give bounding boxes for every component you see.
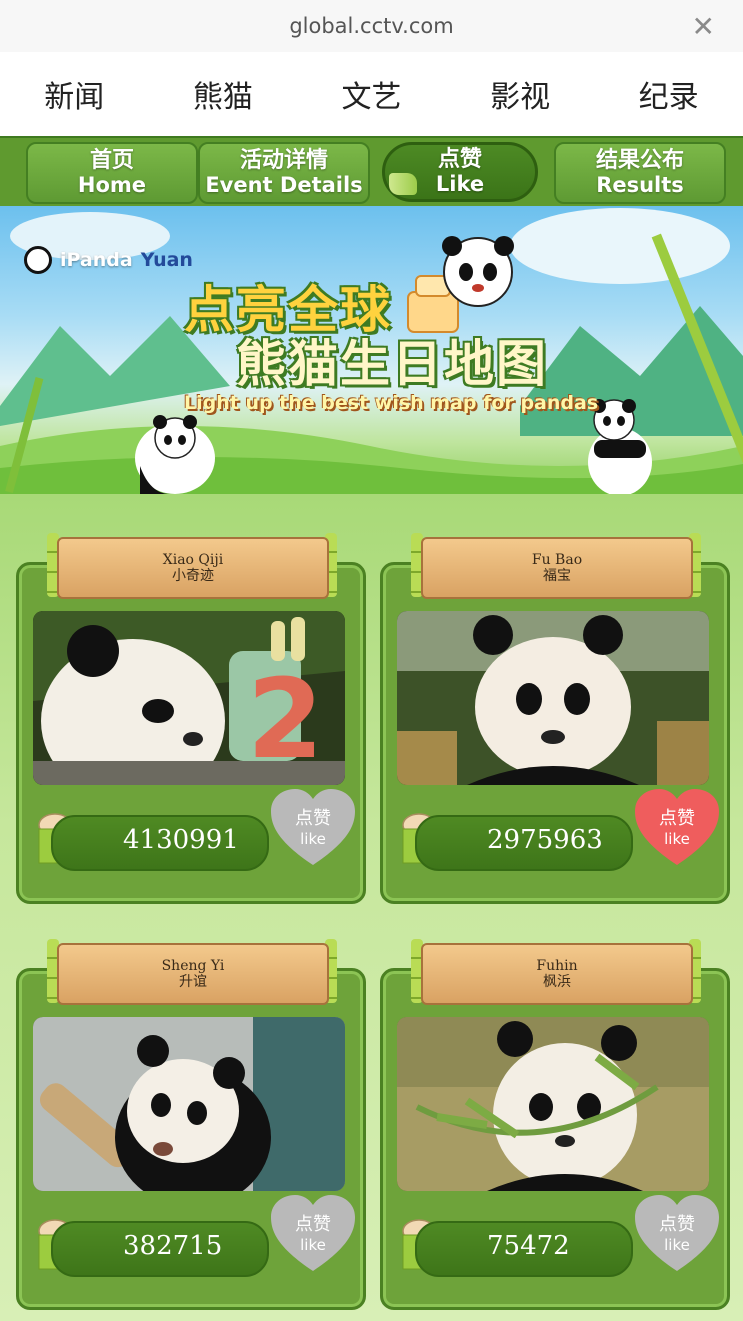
like-button[interactable]: 点赞 like <box>631 785 723 871</box>
site-nav: 新闻 熊猫 文艺 影视 纪录 <box>0 52 743 136</box>
tab-like-zh: 点赞 <box>437 147 482 172</box>
bamboo-icon <box>389 173 417 195</box>
tab-home-en: Home <box>77 173 147 197</box>
nav-item-film[interactable]: 影视 <box>482 72 558 116</box>
vote-count: 2975963 <box>487 825 603 855</box>
vote-count: 382715 <box>123 1231 223 1261</box>
vote-count: 4130991 <box>123 825 239 855</box>
nav-item-arts[interactable]: 文艺 <box>333 72 409 116</box>
event-tab-bar: 首页 Home 活动详情 Event Details 点赞 Like 结果公布 … <box>0 136 743 210</box>
tab-results[interactable]: 结果公布 Results <box>554 142 726 204</box>
nav-item-panda[interactable]: 熊猫 <box>185 72 261 116</box>
like-label-zh: 点赞 <box>295 1214 331 1235</box>
panda-name-zh: 福宝 <box>543 568 571 584</box>
like-button[interactable]: 点赞 like <box>267 1191 359 1277</box>
panda-card: Sheng Yi 升谊 382715 点赞 like <box>16 939 366 1310</box>
vote-count-bar: 382715 <box>51 1221 269 1277</box>
like-label-zh: 点赞 <box>659 1214 695 1235</box>
banner-subtitle: Light up the best wish map for pandas <box>184 392 599 414</box>
banner-title-line2: 熊猫生日地图 <box>236 335 548 393</box>
ipanda-logo-icon <box>24 246 52 274</box>
browser-url-bar: global.cctv.com ✕ <box>0 0 743 53</box>
like-label-en: like <box>664 830 690 848</box>
tab-event-details-zh: 活动详情 <box>239 148 328 173</box>
url-text[interactable]: global.cctv.com <box>0 14 743 38</box>
tab-like[interactable]: 点赞 Like <box>382 142 538 202</box>
panda-card: Xiao Qiji 小奇迹 2 4130991 点赞 like <box>16 533 366 904</box>
name-plank: Fu Bao 福宝 <box>421 537 693 599</box>
name-plank: Xiao Qiji 小奇迹 <box>57 537 329 599</box>
like-label-zh: 点赞 <box>659 808 695 829</box>
name-plank: Sheng Yi 升谊 <box>57 943 329 1005</box>
panda-name-zh: 小奇迹 <box>172 568 214 584</box>
panda-name-en: Sheng Yi <box>161 958 225 974</box>
tab-like-en: Like <box>435 172 485 196</box>
brand-ipanda: iPanda <box>60 249 133 271</box>
panda-name-en: Fu Bao <box>531 552 583 568</box>
vote-count-bar: 2975963 <box>415 815 633 871</box>
panda-photo[interactable]: 2 <box>33 611 345 785</box>
tab-results-zh: 结果公布 <box>595 148 684 173</box>
nav-item-news[interactable]: 新闻 <box>36 72 112 116</box>
like-label-zh: 点赞 <box>295 808 331 829</box>
panda-name-en: Xiao Qiji <box>162 552 224 568</box>
tab-event-details[interactable]: 活动详情 Event Details <box>198 142 370 204</box>
panda-card: Fu Bao 福宝 2975963 点赞 like <box>380 533 730 904</box>
panda-name-en: Fuhin <box>536 958 578 974</box>
brand-yuan: Yuan <box>140 249 193 271</box>
nav-item-documentary[interactable]: 纪录 <box>631 72 707 116</box>
like-label-en: like <box>664 1236 690 1254</box>
vote-count: 75472 <box>487 1231 570 1261</box>
name-plank: Fuhin 枫浜 <box>421 943 693 1005</box>
like-label-en: like <box>300 1236 326 1254</box>
panda-name-zh: 升谊 <box>179 974 207 990</box>
event-banner: iPanda Yuan 点亮全球 熊猫生日地图 Light up the bes… <box>0 206 743 494</box>
like-label-en: like <box>300 830 326 848</box>
panda-photo[interactable] <box>397 1017 709 1191</box>
like-button[interactable]: 点赞 like <box>631 1191 723 1277</box>
panda-name-zh: 枫浜 <box>543 974 571 990</box>
vote-count-bar: 75472 <box>415 1221 633 1277</box>
tab-home[interactable]: 首页 Home <box>26 142 198 204</box>
banner-brand: iPanda Yuan <box>24 246 193 274</box>
tab-home-zh: 首页 <box>89 148 134 173</box>
like-button[interactable]: 点赞 like <box>267 785 359 871</box>
panda-card-grid: Xiao Qiji 小奇迹 2 4130991 点赞 like Fu Bao 福… <box>0 494 743 1321</box>
panda-photo[interactable] <box>397 611 709 785</box>
panda-photo[interactable] <box>33 1017 345 1191</box>
close-icon[interactable]: ✕ <box>692 10 715 43</box>
tab-event-details-en: Event Details <box>205 173 363 197</box>
vote-count-bar: 4130991 <box>51 815 269 871</box>
tab-results-en: Results <box>596 173 684 197</box>
panda-card: Fuhin 枫浜 75472 点赞 like <box>380 939 730 1310</box>
